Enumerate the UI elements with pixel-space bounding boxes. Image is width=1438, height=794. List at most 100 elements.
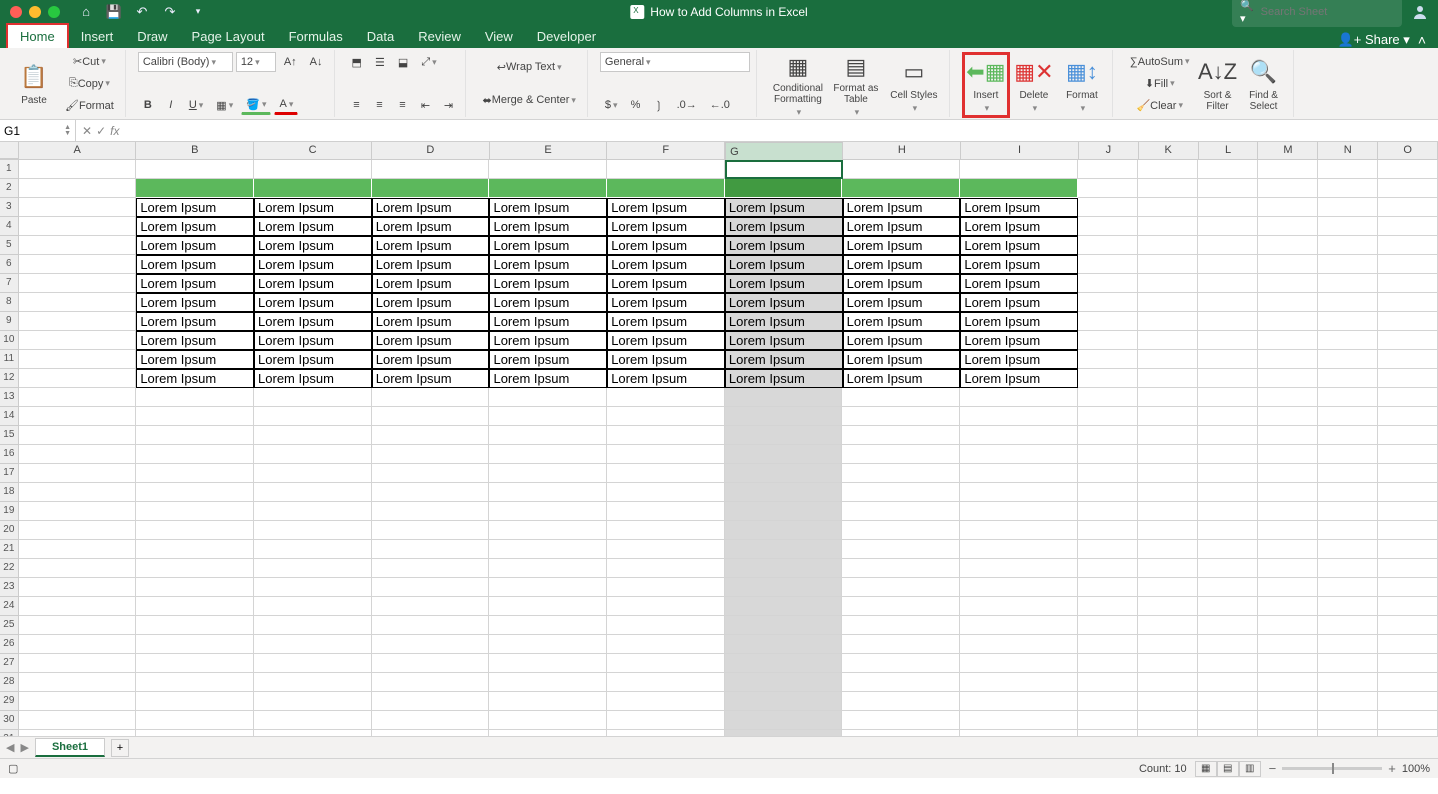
zoom-in-button[interactable]: + [1388, 761, 1396, 776]
cell-G24[interactable] [725, 597, 843, 616]
cell-L25[interactable] [1198, 616, 1258, 635]
row-header-25[interactable]: 25 [0, 616, 19, 635]
cell-N24[interactable] [1318, 597, 1378, 616]
cell-D1[interactable] [372, 160, 490, 179]
cell-D15[interactable] [372, 426, 490, 445]
name-box[interactable]: ▲▼ [0, 120, 76, 141]
row-header-4[interactable]: 4 [0, 217, 19, 236]
collapse-ribbon-icon[interactable]: ˄ [1418, 32, 1426, 48]
cell-F10[interactable]: Lorem Ipsum [607, 331, 725, 350]
fill-color-button[interactable]: 🪣 [241, 95, 271, 115]
cell-L20[interactable] [1198, 521, 1258, 540]
cell-H16[interactable] [842, 445, 960, 464]
cell-H19[interactable] [842, 502, 960, 521]
cell-H9[interactable]: Lorem Ipsum [843, 312, 961, 331]
increase-indent-icon[interactable]: ⇥ [439, 95, 459, 115]
cell-C29[interactable] [254, 692, 372, 711]
cell-J19[interactable] [1078, 502, 1138, 521]
cell-I24[interactable] [960, 597, 1078, 616]
paste-button[interactable]: 📋 Paste [12, 51, 56, 117]
cell-B7[interactable]: Lorem Ipsum [136, 274, 254, 293]
cell-C13[interactable] [254, 388, 372, 407]
cell-L4[interactable] [1198, 217, 1258, 236]
row-header-24[interactable]: 24 [0, 597, 19, 616]
cell-F8[interactable]: Lorem Ipsum [607, 293, 725, 312]
row-header-3[interactable]: 3 [0, 198, 19, 217]
save-icon[interactable]: 💾 [106, 4, 122, 20]
cell-K17[interactable] [1138, 464, 1198, 483]
cell-J23[interactable] [1078, 578, 1138, 597]
cell-O18[interactable] [1378, 483, 1438, 502]
cell-I28[interactable] [960, 673, 1078, 692]
conditional-formatting-button[interactable]: ▦Conditional Formatting [769, 52, 827, 118]
cell-M21[interactable] [1258, 540, 1318, 559]
cell-K31[interactable] [1138, 730, 1198, 736]
underline-button[interactable]: U [184, 95, 208, 115]
cell-K11[interactable] [1138, 350, 1198, 369]
cell-N17[interactable] [1318, 464, 1378, 483]
cell-H22[interactable] [842, 559, 960, 578]
cell-G2[interactable] [725, 179, 843, 198]
cell-G19[interactable] [725, 502, 843, 521]
cell-B8[interactable]: Lorem Ipsum [136, 293, 254, 312]
cell-C27[interactable] [254, 654, 372, 673]
cell-G23[interactable] [725, 578, 843, 597]
row-header-14[interactable]: 14 [0, 407, 19, 426]
cell-I8[interactable]: Lorem Ipsum [960, 293, 1078, 312]
search-sheet-input[interactable] [1261, 6, 1394, 18]
cell-I18[interactable] [960, 483, 1078, 502]
cell-D29[interactable] [372, 692, 490, 711]
cell-A4[interactable] [19, 217, 137, 236]
cell-M22[interactable] [1258, 559, 1318, 578]
cell-L9[interactable] [1198, 312, 1258, 331]
cell-E6[interactable]: Lorem Ipsum [489, 255, 607, 274]
cell-C21[interactable] [254, 540, 372, 559]
cell-E25[interactable] [489, 616, 607, 635]
cell-I7[interactable]: Lorem Ipsum [960, 274, 1078, 293]
cell-H31[interactable] [842, 730, 960, 736]
cell-N23[interactable] [1318, 578, 1378, 597]
cell-H17[interactable] [842, 464, 960, 483]
cell-I3[interactable]: Lorem Ipsum [960, 198, 1078, 217]
cell-O21[interactable] [1378, 540, 1438, 559]
cell-L30[interactable] [1198, 711, 1258, 730]
cell-A21[interactable] [19, 540, 137, 559]
cell-N11[interactable] [1318, 350, 1378, 369]
cell-H23[interactable] [842, 578, 960, 597]
cell-C17[interactable] [254, 464, 372, 483]
cell-H3[interactable]: Lorem Ipsum [843, 198, 961, 217]
find-select-button[interactable]: 🔍Find & Select [1241, 51, 1287, 117]
autosum-button[interactable]: ∑ AutoSum [1125, 52, 1195, 72]
cell-J18[interactable] [1078, 483, 1138, 502]
cell-K5[interactable] [1138, 236, 1198, 255]
cell-A27[interactable] [19, 654, 137, 673]
cell-D21[interactable] [372, 540, 490, 559]
italic-button[interactable]: I [161, 95, 181, 115]
cell-K4[interactable] [1138, 217, 1198, 236]
cell-G6[interactable]: Lorem Ipsum [725, 255, 843, 274]
format-as-table-button[interactable]: ▤Format as Table [827, 52, 885, 118]
cell-G15[interactable] [725, 426, 843, 445]
cell-L3[interactable] [1198, 198, 1258, 217]
cell-J31[interactable] [1078, 730, 1138, 736]
merge-center-button[interactable]: ⬌ Merge & Center [478, 85, 581, 115]
cell-G9[interactable]: Lorem Ipsum [725, 312, 843, 331]
cell-E18[interactable] [489, 483, 607, 502]
cell-L15[interactable] [1198, 426, 1258, 445]
cell-B23[interactable] [136, 578, 254, 597]
minimize-window-button[interactable] [29, 6, 41, 18]
cell-J21[interactable] [1078, 540, 1138, 559]
cell-H13[interactable] [842, 388, 960, 407]
cell-O23[interactable] [1378, 578, 1438, 597]
cell-M29[interactable] [1258, 692, 1318, 711]
cell-M17[interactable] [1258, 464, 1318, 483]
cell-K28[interactable] [1138, 673, 1198, 692]
cell-H12[interactable]: Lorem Ipsum [843, 369, 961, 388]
align-bottom-icon[interactable]: ⬓ [393, 52, 413, 72]
row-header-27[interactable]: 27 [0, 654, 19, 673]
cell-M24[interactable] [1258, 597, 1318, 616]
zoom-slider[interactable] [1282, 767, 1382, 770]
cell-D28[interactable] [372, 673, 490, 692]
cell-G5[interactable]: Lorem Ipsum [725, 236, 843, 255]
qat-dropdown-icon[interactable]: ▾ [190, 4, 206, 20]
